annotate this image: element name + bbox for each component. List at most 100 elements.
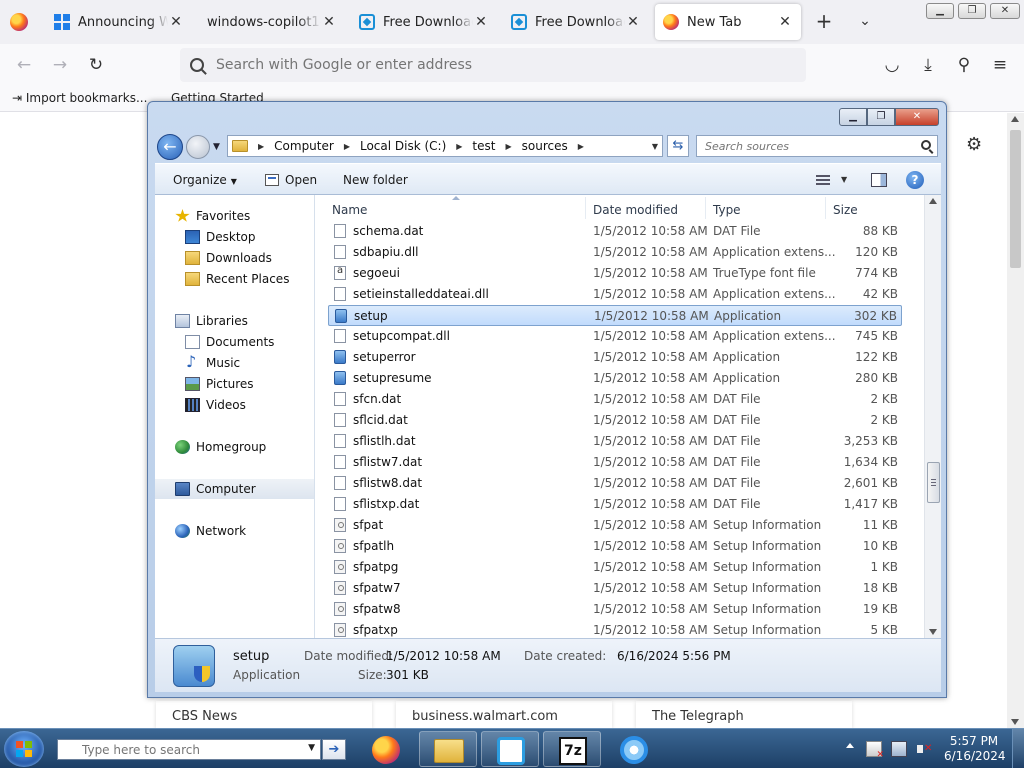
firefox-app-icon[interactable]: [10, 13, 28, 31]
file-row[interactable]: sdbapiu.dll 1/5/2012 10:58 AM Application …: [328, 242, 902, 263]
breadcrumb-separator-icon[interactable]: ▶: [505, 142, 511, 151]
back-arrow-icon[interactable]: ←: [157, 134, 183, 160]
url-input[interactable]: [216, 57, 796, 73]
browser-tab-3[interactable]: Free Download Manager ✕: [351, 4, 497, 40]
organize-button[interactable]: Organize ▼: [173, 173, 237, 187]
breadcrumb-separator-icon[interactable]: ▶: [344, 142, 350, 151]
close-button[interactable]: ✕: [895, 108, 939, 126]
file-row[interactable]: segoeui 1/5/2012 10:58 AM TrueType font fi…: [328, 263, 902, 284]
file-row[interactable]: sfpatw7 1/5/2012 10:58 AM Setup Informatio…: [328, 578, 902, 599]
column-header-name[interactable]: Name: [332, 195, 367, 221]
taskbar-file-explorer[interactable]: [419, 731, 477, 767]
file-list-scrollbar[interactable]: [924, 195, 941, 638]
taskbar-free-download-manager[interactable]: [481, 731, 539, 767]
page-scrollbar[interactable]: [1007, 113, 1024, 728]
breadcrumb-separator-icon[interactable]: ▶: [578, 142, 584, 151]
search-box[interactable]: [696, 135, 938, 157]
show-hidden-icons-icon[interactable]: [846, 743, 854, 748]
nav-downloads[interactable]: Downloads: [155, 248, 314, 268]
file-row[interactable]: setup 1/5/2012 10:58 AM Application 302 KB: [328, 305, 902, 326]
list-all-tabs-button[interactable]: ⌄: [854, 10, 876, 32]
open-button[interactable]: Open: [265, 173, 317, 187]
search-icon[interactable]: [921, 140, 931, 150]
taskbar-internet-explorer[interactable]: [605, 731, 663, 767]
maximize-button[interactable]: ❐: [867, 108, 895, 126]
forward-button[interactable]: →: [49, 54, 71, 76]
scroll-up-arrow-icon[interactable]: [929, 198, 937, 204]
new-folder-button[interactable]: New folder: [343, 173, 408, 187]
menu-icon[interactable]: ≡: [989, 54, 1011, 76]
chevron-down-icon[interactable]: ▼: [841, 175, 847, 184]
file-row[interactable]: sfpatw8 1/5/2012 10:58 AM Setup Informatio…: [328, 599, 902, 620]
browser-tab-2[interactable]: windows-copilot1-1024x ✕: [199, 4, 345, 40]
extensions-icon[interactable]: ⚲: [953, 54, 975, 76]
file-row[interactable]: sflcid.dat 1/5/2012 10:58 AM DAT File 2 KB: [328, 410, 902, 431]
breadcrumb-separator-icon[interactable]: ▶: [456, 142, 462, 151]
file-row[interactable]: sfpat 1/5/2012 10:58 AM Setup Information 1…: [328, 515, 902, 536]
top-site-telegraph[interactable]: The Telegraph: [636, 701, 852, 728]
pocket-icon[interactable]: ◡: [881, 54, 903, 76]
breadcrumb-computer[interactable]: Computer: [274, 139, 334, 153]
close-icon[interactable]: ✕: [625, 14, 641, 30]
file-row[interactable]: setuperror 1/5/2012 10:58 AM Application 12…: [328, 347, 902, 368]
forward-arrow-icon[interactable]: [186, 135, 210, 159]
taskbar-7zip[interactable]: 7z: [543, 731, 601, 767]
file-row[interactable]: sfpatlh 1/5/2012 10:58 AM Setup Informatio…: [328, 536, 902, 557]
column-divider[interactable]: [705, 197, 706, 219]
nav-computer[interactable]: Computer: [155, 479, 314, 499]
file-row[interactable]: sflistxp.dat 1/5/2012 10:58 AM DAT File 1,4…: [328, 494, 902, 515]
gear-icon[interactable]: ⚙: [966, 134, 982, 155]
file-row[interactable]: sfpatpg 1/5/2012 10:58 AM Setup Informatio…: [328, 557, 902, 578]
scroll-down-arrow-icon[interactable]: [1011, 719, 1019, 725]
help-icon[interactable]: ?: [906, 171, 924, 189]
url-bar[interactable]: [180, 48, 806, 82]
scroll-up-arrow-icon[interactable]: [1011, 116, 1019, 122]
view-options-icon[interactable]: [816, 175, 830, 186]
system-clock[interactable]: 5:57 PM 6/16/2024: [944, 734, 1006, 764]
nav-music[interactable]: Music: [155, 352, 314, 373]
column-divider[interactable]: [585, 197, 586, 219]
file-row[interactable]: setieinstalleddateai.dll 1/5/2012 10:58 A…: [328, 284, 902, 305]
chevron-down-icon[interactable]: ▼: [308, 743, 315, 753]
file-row[interactable]: sfpatxp 1/5/2012 10:58 AM Setup Informatio…: [328, 620, 902, 638]
preview-pane-icon[interactable]: [871, 173, 887, 187]
browser-maximize-button[interactable]: ❐: [958, 3, 986, 19]
import-bookmarks-link[interactable]: ⇥ Import bookmarks...: [12, 91, 147, 105]
close-icon[interactable]: ✕: [473, 14, 489, 30]
close-icon[interactable]: ✕: [777, 14, 793, 30]
downloads-icon[interactable]: ⤓: [917, 54, 939, 76]
scroll-down-arrow-icon[interactable]: [929, 629, 937, 635]
refresh-icon[interactable]: ⇆: [667, 135, 689, 157]
nav-pictures[interactable]: Pictures: [155, 374, 314, 394]
file-row[interactable]: schema.dat 1/5/2012 10:58 AM DAT File 88 KB: [328, 221, 902, 242]
nav-libraries[interactable]: Libraries: [155, 311, 314, 331]
top-site-walmart[interactable]: business.walmart.com: [396, 701, 612, 728]
browser-close-button[interactable]: ✕: [990, 3, 1020, 19]
file-row[interactable]: setupresume 1/5/2012 10:58 AM Application 2…: [328, 368, 902, 389]
reload-button[interactable]: ↻: [85, 54, 107, 76]
nav-homegroup[interactable]: Homegroup: [155, 437, 314, 457]
search-input[interactable]: [705, 140, 905, 153]
breadcrumb-test[interactable]: test: [472, 139, 495, 153]
column-divider[interactable]: [825, 197, 826, 219]
browser-tab-4[interactable]: Free Download Manager ✕: [503, 4, 649, 40]
nav-desktop[interactable]: Desktop: [155, 227, 314, 247]
minimize-button[interactable]: ▁: [839, 108, 867, 126]
column-header-type[interactable]: Type: [713, 195, 741, 221]
action-center-flag-icon[interactable]: [866, 741, 884, 760]
breadcrumb-separator-icon[interactable]: ▶: [258, 142, 264, 151]
file-row[interactable]: sfcn.dat 1/5/2012 10:58 AM DAT File 2 KB: [328, 389, 902, 410]
nav-favorites[interactable]: Favorites: [155, 206, 314, 226]
taskbar-firefox[interactable]: [357, 731, 415, 767]
file-row[interactable]: sflistw8.dat 1/5/2012 10:58 AM DAT File 2,6…: [328, 473, 902, 494]
column-header-date-modified[interactable]: Date modified: [593, 195, 678, 221]
column-header-size[interactable]: Size: [833, 195, 858, 221]
close-icon[interactable]: ✕: [321, 14, 337, 30]
nav-documents[interactable]: Documents: [155, 332, 314, 352]
file-row[interactable]: sflistw7.dat 1/5/2012 10:58 AM DAT File 1,6…: [328, 452, 902, 473]
new-tab-button[interactable]: +: [813, 10, 835, 32]
network-status-icon[interactable]: [891, 741, 907, 757]
browser-tab-1[interactable]: Announcing Windows 11 ✕: [46, 4, 192, 40]
file-row[interactable]: sflistlh.dat 1/5/2012 10:58 AM DAT File 3,2…: [328, 431, 902, 452]
nav-network[interactable]: Network: [155, 521, 314, 541]
